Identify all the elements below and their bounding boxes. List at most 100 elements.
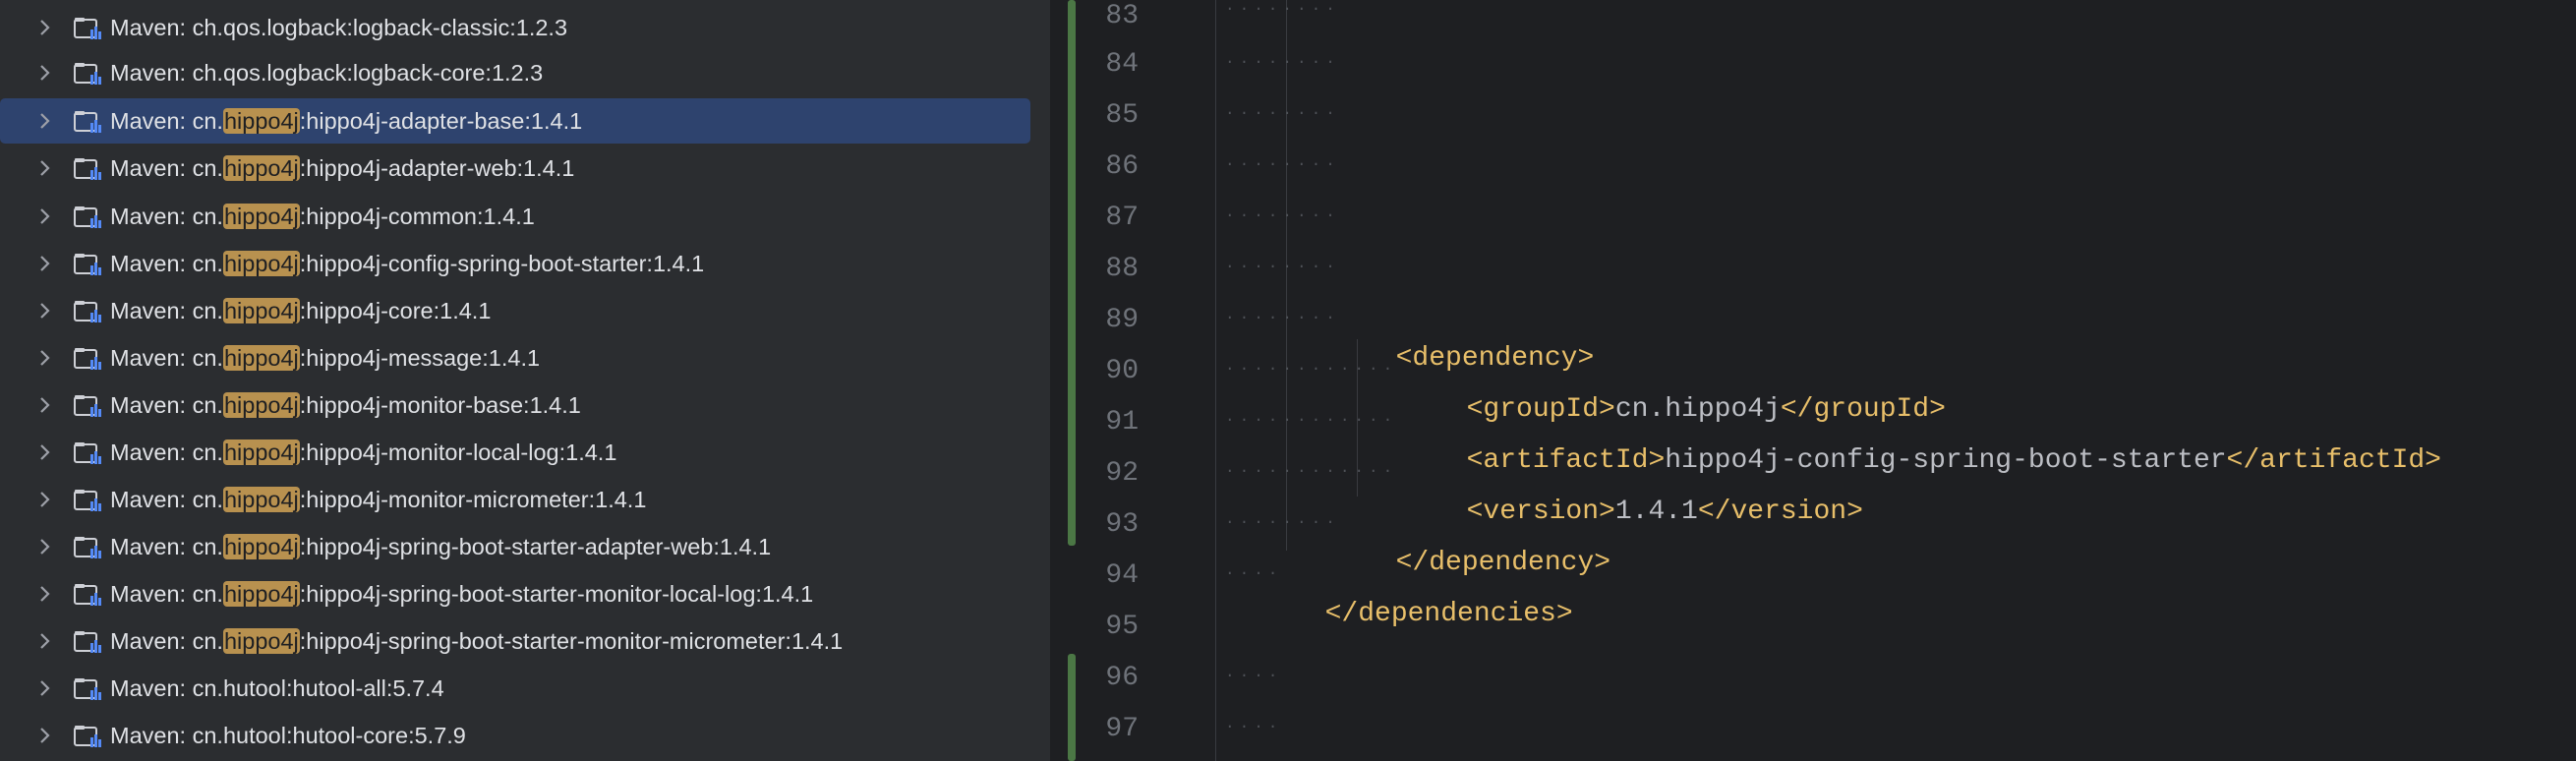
tree-item-hippo4j-spring-boot-starter-monitor-local-log[interactable]: Maven: cn.hippo4j:hippo4j-spring-boot-st… [0, 571, 1030, 616]
whitespace-marker: ············ [1225, 411, 1398, 429]
search-match-highlight: hippo4j [222, 628, 300, 654]
line-number: 85 [1105, 100, 1139, 131]
line-number: 96 [1105, 663, 1139, 693]
line-number: 86 [1105, 151, 1139, 182]
line-number: 92 [1105, 458, 1139, 489]
whitespace-marker: ········ [1225, 258, 1340, 275]
whitespace-marker: ········ [1225, 0, 1340, 18]
chevron-right-icon[interactable] [32, 488, 56, 511]
library-folder-icon [74, 254, 101, 275]
library-folder-icon [74, 301, 101, 322]
tree-item-hippo4j-spring-boot-starter-adapter-web[interactable]: Maven: cn.hippo4j:hippo4j-spring-boot-st… [0, 524, 1030, 569]
tree-item-label: Maven: ch.qos.logback:logback-classic:1.… [110, 15, 568, 40]
whitespace-marker: ···· [1225, 667, 1283, 684]
library-folder-icon [74, 726, 101, 747]
tree-item-hippo4j-adapter-base[interactable]: Maven: cn.hippo4j:hippo4j-adapter-base:1… [0, 98, 1030, 144]
chevron-right-icon[interactable] [32, 629, 56, 653]
library-folder-icon [74, 111, 101, 133]
search-match-highlight: hippo4j [222, 298, 300, 323]
tree-item-hippo4j-spring-boot-starter-monitor-micrometer[interactable]: Maven: cn.hippo4j:hippo4j-spring-boot-st… [0, 618, 1030, 664]
chevron-right-icon[interactable] [32, 676, 56, 700]
search-match-highlight: hippo4j [222, 581, 300, 607]
tree-item-label: Maven: cn.hippo4j:hippo4j-spring-boot-st… [110, 581, 814, 607]
xml-tag: </version> [1697, 497, 1863, 527]
tree-item-label: Maven: cn.hippo4j:hippo4j-adapter-web:1.… [110, 155, 575, 181]
line-number: 97 [1105, 714, 1139, 744]
whitespace-marker: ···· [1225, 564, 1283, 582]
chevron-right-icon[interactable] [32, 61, 56, 85]
search-match-highlight: hippo4j [222, 534, 300, 559]
line-number: 93 [1105, 509, 1139, 540]
tree-item-hippo4j-adapter-web[interactable]: Maven: cn.hippo4j:hippo4j-adapter-web:1.… [0, 146, 1030, 191]
tree-item-hippo4j-monitor-micrometer[interactable]: Maven: cn.hippo4j:hippo4j-monitor-microm… [0, 477, 1030, 522]
tree-item-label: Maven: cn.hippo4j:hippo4j-adapter-base:1… [110, 108, 583, 134]
indent-guide [1215, 0, 1216, 761]
whitespace-marker: ········ [1225, 104, 1340, 122]
tree-item-hutool-core[interactable]: Maven: cn.hutool:hutool-core:5.7.9 [0, 713, 1030, 758]
line-number: 95 [1105, 612, 1139, 642]
tree-item-hippo4j-core[interactable]: Maven: cn.hippo4j:hippo4j-core:1.4.1 [0, 288, 1030, 333]
tree-item-logback-core[interactable]: Maven: ch.qos.logback:logback-core:1.2.3 [0, 50, 1030, 95]
tree-item-hutool-all[interactable]: Maven: cn.hutool:hutool-all:5.7.4 [0, 666, 1030, 711]
tree-item-label: Maven: cn.hippo4j:hippo4j-monitor-microm… [110, 487, 647, 512]
tree-item-label: Maven: ch.qos.logback:logback-core:1.2.3 [110, 60, 544, 86]
line-number: 90 [1105, 356, 1139, 386]
tree-item-hippo4j-message[interactable]: Maven: cn.hippo4j:hippo4j-message:1.4.1 [0, 335, 1030, 380]
line-number: 94 [1105, 560, 1139, 591]
chevron-right-icon[interactable] [32, 156, 56, 180]
tree-item-hippo4j-common[interactable]: Maven: cn.hippo4j:hippo4j-common:1.4.1 [0, 194, 1030, 239]
line-number: 87 [1105, 203, 1139, 233]
chevron-right-icon[interactable] [32, 724, 56, 747]
chevron-right-icon[interactable] [32, 535, 56, 558]
tree-item-hippo4j-monitor-base[interactable]: Maven: cn.hippo4j:hippo4j-monitor-base:1… [0, 382, 1030, 428]
tree-item-hippo4j-monitor-local-log[interactable]: Maven: cn.hippo4j:hippo4j-monitor-local-… [0, 430, 1030, 475]
chevron-right-icon[interactable] [32, 205, 56, 228]
library-folder-icon [74, 348, 101, 370]
whitespace-marker: ········ [1225, 155, 1340, 173]
chevron-right-icon[interactable] [32, 299, 56, 322]
chevron-right-icon[interactable] [32, 440, 56, 464]
line-number: 91 [1105, 407, 1139, 438]
search-match-highlight: hippo4j [222, 392, 300, 418]
panel-splitter[interactable] [1050, 0, 1058, 761]
line-number: 83 [1105, 1, 1139, 31]
whitespace-marker: ········ [1225, 53, 1340, 71]
tree-item-label: Maven: cn.hippo4j:hippo4j-common:1.4.1 [110, 204, 535, 229]
chevron-right-icon[interactable] [32, 252, 56, 275]
library-folder-icon [74, 18, 101, 39]
search-match-highlight: hippo4j [222, 439, 300, 465]
line-number: 89 [1105, 305, 1139, 335]
chevron-right-icon[interactable] [32, 346, 56, 370]
search-match-highlight: hippo4j [222, 155, 300, 181]
tree-item-logback-classic[interactable]: Maven: ch.qos.logback:logback-classic:1.… [0, 5, 1030, 50]
library-folder-icon [74, 537, 101, 558]
library-folder-icon [74, 206, 101, 228]
whitespace-marker: ········ [1225, 513, 1340, 531]
project-tree: Maven: ch.qos.logback:logback-classic:1.… [0, 0, 1050, 761]
whitespace-marker: ············ [1225, 462, 1398, 480]
chevron-right-icon[interactable] [32, 109, 56, 133]
library-folder-icon [74, 631, 101, 653]
search-match-highlight: hippo4j [222, 345, 300, 371]
whitespace-marker: ········ [1225, 206, 1340, 224]
tree-item-label: Maven: cn.hippo4j:hippo4j-core:1.4.1 [110, 298, 492, 323]
library-folder-icon [74, 490, 101, 511]
chevron-right-icon[interactable] [32, 393, 56, 417]
search-match-highlight: hippo4j [222, 487, 300, 512]
tree-item-label: Maven: cn.hippo4j:hippo4j-config-spring-… [110, 251, 705, 276]
whitespace-marker: ···· [1225, 718, 1283, 735]
tree-item-hippo4j-config-spring-boot-starter[interactable]: Maven: cn.hippo4j:hippo4j-config-spring-… [0, 241, 1030, 286]
tree-item-label: Maven: cn.hippo4j:hippo4j-monitor-base:1… [110, 392, 581, 418]
line-number: 84 [1105, 49, 1139, 80]
chevron-right-icon[interactable] [32, 16, 56, 39]
library-folder-icon [74, 584, 101, 606]
xml-tag: </dependencies> [1324, 599, 1573, 629]
library-folder-icon [74, 63, 101, 85]
code-line-94[interactable]: </dependencies> [1292, 556, 1573, 634]
chevron-right-icon[interactable] [32, 582, 56, 606]
xml-tag: </artifactId> [2226, 445, 2441, 476]
library-folder-icon [74, 158, 101, 180]
tree-item-label: Maven: cn.hippo4j:hippo4j-monitor-local-… [110, 439, 617, 465]
tree-item-label: Maven: cn.hutool:hutool-core:5.7.9 [110, 723, 466, 748]
tree-item-label: Maven: cn.hutool:hutool-all:5.7.4 [110, 675, 444, 701]
